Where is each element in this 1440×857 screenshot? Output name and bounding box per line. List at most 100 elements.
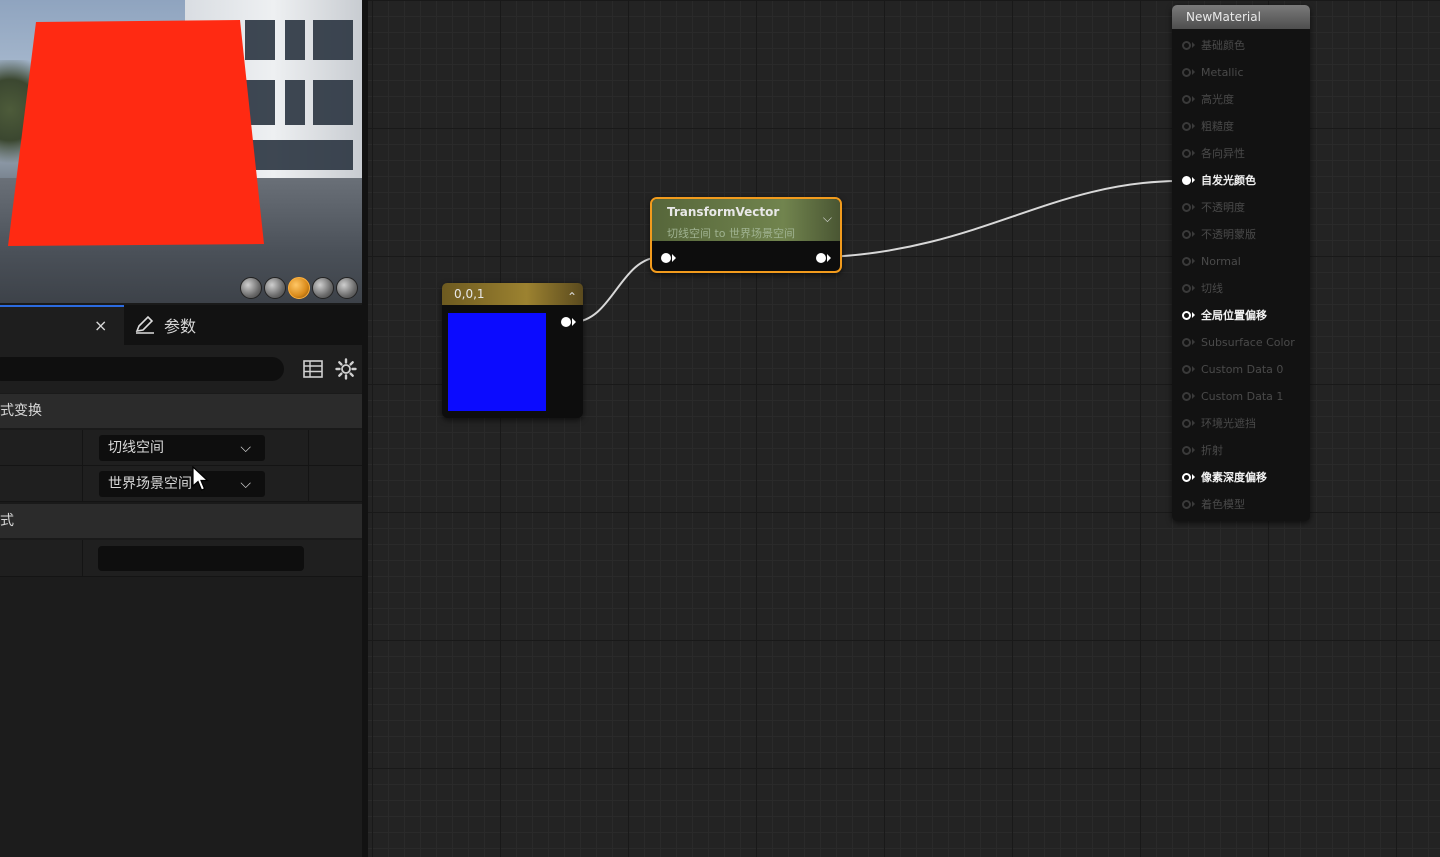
transform-input-pin[interactable]: [661, 253, 671, 263]
material-input-pin[interactable]: Custom Data 0: [1182, 359, 1283, 379]
material-input-pin[interactable]: 不透明蒙版: [1182, 224, 1256, 244]
material-pin-label: 各向异性: [1201, 147, 1245, 160]
pin-circle-icon: [1182, 40, 1191, 50]
section-transform-header[interactable]: 式变换: [0, 394, 362, 428]
pin-arrow-icon: [1192, 231, 1195, 237]
material-input-pin[interactable]: 高光度: [1182, 89, 1234, 109]
pin-circle-icon: [1182, 445, 1191, 455]
transform-output-pin[interactable]: [816, 253, 826, 263]
material-pin-label: 基础颜色: [1201, 39, 1245, 52]
pin-circle-icon: [1182, 364, 1191, 374]
pin-arrow-icon: [1192, 393, 1195, 399]
mouse-cursor-icon: [192, 466, 210, 491]
collapse-icon[interactable]: ⌃: [567, 286, 577, 308]
pin-circle-icon: [1182, 499, 1191, 509]
gear-icon[interactable]: [334, 357, 358, 381]
constant-vector-node[interactable]: 0,0,1 ⌃: [442, 283, 583, 418]
teapot-icon[interactable]: [336, 277, 358, 299]
section-second-label: 式: [0, 513, 14, 529]
details-search-input[interactable]: [0, 357, 284, 381]
material-input-pin[interactable]: 粗糙度: [1182, 116, 1234, 136]
sphere-icon[interactable]: [264, 277, 286, 299]
source-space-dropdown[interactable]: 切线空间 ⌵: [99, 435, 265, 461]
pin-arrow-icon: [1192, 150, 1195, 156]
material-input-pin[interactable]: Subsurface Color: [1182, 332, 1295, 352]
pin-arrow-icon: [672, 254, 676, 262]
material-input-pin[interactable]: 环境光遮挡: [1182, 413, 1256, 433]
description-row: [0, 540, 362, 577]
pin-arrow-icon: [1192, 447, 1195, 453]
pin-circle-icon: [1182, 229, 1191, 239]
property-name-cell: [0, 430, 83, 466]
material-pin-label: 自发光颜色: [1201, 174, 1256, 187]
material-input-pin[interactable]: 各向异性: [1182, 143, 1245, 163]
transform-vector-node[interactable]: TransformVector 切线空间 to 世界场景空间 ⌵: [650, 197, 842, 273]
chevron-down-icon: ⌵: [240, 476, 251, 492]
material-pin-label: Subsurface Color: [1201, 335, 1295, 349]
material-pin-label: Metallic: [1201, 65, 1244, 79]
material-input-pin[interactable]: 基础颜色: [1182, 35, 1245, 55]
details-empty-area: [0, 577, 362, 857]
section-transform-label: 式变换: [0, 403, 42, 419]
material-pin-label: 像素深度偏移: [1201, 471, 1267, 484]
material-node-title: NewMaterial: [1186, 10, 1261, 24]
material-input-pin[interactable]: Normal: [1182, 251, 1241, 271]
constant-node-header[interactable]: 0,0,1 ⌃: [442, 283, 583, 305]
pin-circle-icon: [1182, 256, 1191, 266]
material-pin-label: 高光度: [1201, 93, 1234, 106]
pin-arrow-icon: [1192, 96, 1195, 102]
material-pin-label: Normal: [1201, 254, 1241, 268]
panel-splitter[interactable]: [362, 0, 368, 857]
material-pin-label: 着色模型: [1201, 498, 1245, 511]
pin-circle-icon: [1182, 418, 1191, 428]
details-tab-bar: × 参数: [0, 305, 362, 345]
pin-circle-icon: [1182, 94, 1191, 104]
pin-arrow-icon: [1192, 123, 1195, 129]
material-input-pin[interactable]: 全局位置偏移: [1182, 305, 1267, 325]
details-search-box: [0, 357, 284, 381]
material-input-pin[interactable]: Custom Data 1: [1182, 386, 1283, 406]
cylinder-icon[interactable]: [240, 277, 262, 299]
tab-details[interactable]: ×: [0, 305, 124, 345]
tab-parameters-label: 参数: [164, 317, 197, 336]
pin-arrow-icon: [1192, 501, 1195, 507]
pin-circle-icon: [1182, 121, 1191, 131]
material-input-pin[interactable]: 像素深度偏移: [1182, 467, 1267, 487]
pin-circle-icon: [1182, 67, 1191, 77]
transform-node-subtitle: 切线空间 to 世界场景空间: [667, 227, 796, 240]
material-node-header[interactable]: NewMaterial: [1172, 5, 1310, 29]
constant-output-pin[interactable]: [561, 317, 571, 327]
transform-node-header[interactable]: TransformVector 切线空间 to 世界场景空间 ⌵: [652, 199, 840, 241]
destination-space-dropdown[interactable]: 世界场景空间 ⌵: [99, 471, 265, 497]
pin-circle-icon: [1182, 202, 1191, 212]
source-space-value: 切线空间: [108, 440, 164, 456]
material-input-pin[interactable]: 自发光颜色: [1182, 170, 1256, 190]
material-input-pin[interactable]: Metallic: [1182, 62, 1244, 82]
tab-parameters[interactable]: 参数: [134, 313, 196, 337]
material-input-pin[interactable]: 着色模型: [1182, 494, 1245, 514]
plane-icon[interactable]: [288, 277, 310, 299]
material-input-pin[interactable]: 折射: [1182, 440, 1223, 460]
table-view-icon[interactable]: [302, 358, 324, 380]
material-input-pin[interactable]: 不透明度: [1182, 197, 1245, 217]
material-pin-label: 不透明蒙版: [1201, 228, 1256, 241]
pin-circle-icon: [1182, 283, 1191, 293]
description-text-field[interactable]: [98, 546, 304, 571]
pin-circle-icon: [1182, 310, 1191, 320]
close-tab-button[interactable]: ×: [94, 316, 107, 335]
pin-arrow-icon: [572, 318, 576, 326]
destination-space-row: 世界场景空间 ⌵: [0, 466, 362, 502]
pin-arrow-icon: [1192, 177, 1195, 183]
pin-circle-icon: [1182, 337, 1191, 347]
material-result-node[interactable]: NewMaterial 基础颜色 Metallic 高光度粗糙度各向异性自发光颜色不…: [1172, 5, 1310, 521]
material-preview-viewport[interactable]: [0, 0, 362, 303]
cube-icon[interactable]: [312, 277, 334, 299]
section-second-header[interactable]: 式: [0, 504, 362, 538]
chevron-down-icon[interactable]: ⌵: [823, 211, 832, 226]
material-pin-label: Custom Data 1: [1201, 389, 1284, 403]
pin-arrow-icon: [1192, 339, 1195, 345]
material-pin-label: Custom Data 0: [1201, 362, 1284, 376]
material-input-pin[interactable]: 切线: [1182, 278, 1223, 298]
constant-node-title: 0,0,1: [454, 287, 485, 301]
pin-arrow-icon: [1192, 69, 1195, 75]
